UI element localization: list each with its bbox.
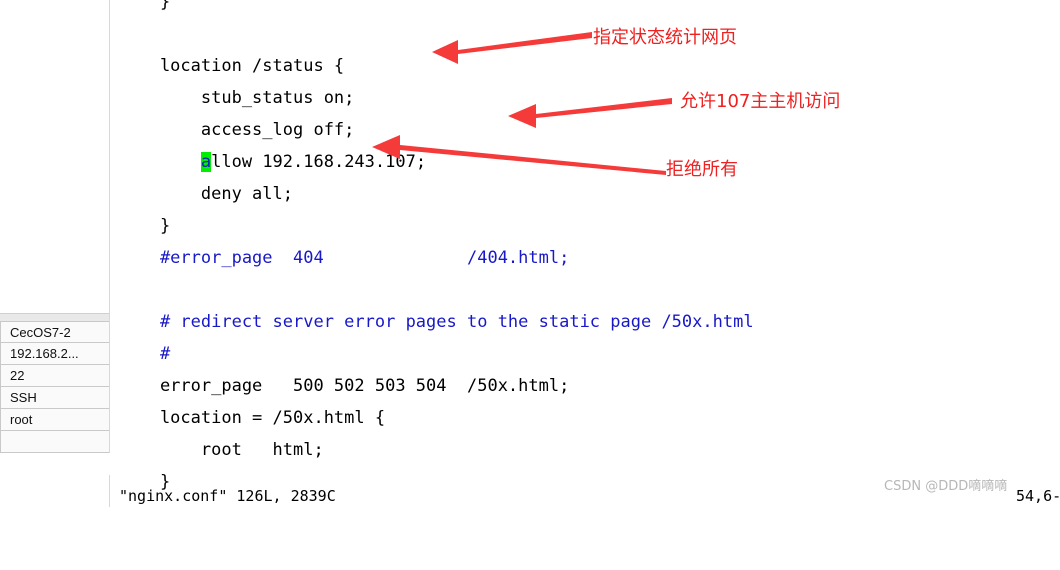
terminal-text-span: # redirect server error pages to the sta… (119, 312, 754, 332)
terminal-line: # redirect server error pages to the sta… (111, 306, 1060, 338)
session-panel-blank-area (0, 0, 110, 313)
terminal-text-span: deny all; (119, 184, 293, 204)
terminal-text-span: } (119, 216, 171, 236)
terminal-line: # (111, 338, 1060, 370)
terminal-line: #error_page 404 /404.html; (111, 242, 1060, 274)
terminal-viewport[interactable]: } location /status { stub_status on; acc… (111, 0, 1060, 507)
session-property-list[interactable]: CecOS7-2 192.168.2... 22 SSH root (0, 321, 110, 453)
session-panel-header-bar (0, 313, 110, 321)
terminal-text-span: #error_page 404 /404.html; (119, 248, 570, 268)
terminal-text-span: stub_status on; (119, 88, 355, 108)
session-host-name-label: CecOS7-2 (10, 325, 71, 340)
terminal-text-span (119, 152, 201, 172)
csdn-watermark: CSDN @DDD嘀嘀嘀 (884, 479, 1008, 494)
session-host-name[interactable]: CecOS7-2 (0, 321, 109, 343)
annotation-arrow-deny-all (372, 135, 666, 175)
terminal-text-buffer: } location /status { stub_status on; acc… (111, 0, 1060, 507)
session-host-address-label: 192.168.2... (10, 346, 79, 361)
annotation-deny-all: 拒绝所有 (666, 159, 738, 180)
terminal-text-span: error_page 500 502 503 504 /50x.html; (119, 376, 570, 396)
session-panel: CecOS7-2 192.168.2... 22 SSH root (0, 0, 110, 507)
terminal-line: } (111, 210, 1060, 242)
terminal-line: location = /50x.html { (111, 402, 1060, 434)
session-protocol[interactable]: SSH (0, 387, 109, 409)
terminal-text-span: root html; (119, 440, 324, 460)
terminal-text-span: location = /50x.html { (119, 408, 386, 428)
annotation-arrow-status-page (432, 32, 592, 64)
terminal-text-span: # (119, 344, 171, 364)
session-row-empty[interactable] (0, 431, 109, 453)
session-protocol-label: SSH (10, 390, 37, 405)
session-host-address[interactable]: 192.168.2... (0, 343, 109, 365)
annotation-status-page: 指定状态统计网页 (593, 27, 737, 48)
terminal-text-span: location /status { (119, 56, 345, 76)
terminal-text-span: access_log off; (119, 120, 355, 140)
session-port-label: 22 (10, 368, 25, 383)
terminal-line: deny all; (111, 178, 1060, 210)
annotation-allow-host: 允许107主主机访问 (680, 91, 841, 112)
session-port[interactable]: 22 (0, 365, 109, 387)
session-username-label: root (10, 412, 33, 427)
annotation-arrow-allow-host (508, 98, 672, 128)
terminal-line: } (111, 0, 1060, 18)
session-panel-footer-area (0, 475, 110, 507)
terminal-line: root html; (111, 434, 1060, 466)
terminal-text-span: } (119, 0, 171, 12)
terminal-line: error_page 500 502 503 504 /50x.html; (111, 370, 1060, 402)
session-username[interactable]: root (0, 409, 109, 431)
vim-file-info: "nginx.conf" 126L, 2839C (119, 487, 336, 505)
vim-cursor-position: 54,6-13 (1016, 487, 1060, 505)
terminal-cursor: a (200, 152, 212, 172)
